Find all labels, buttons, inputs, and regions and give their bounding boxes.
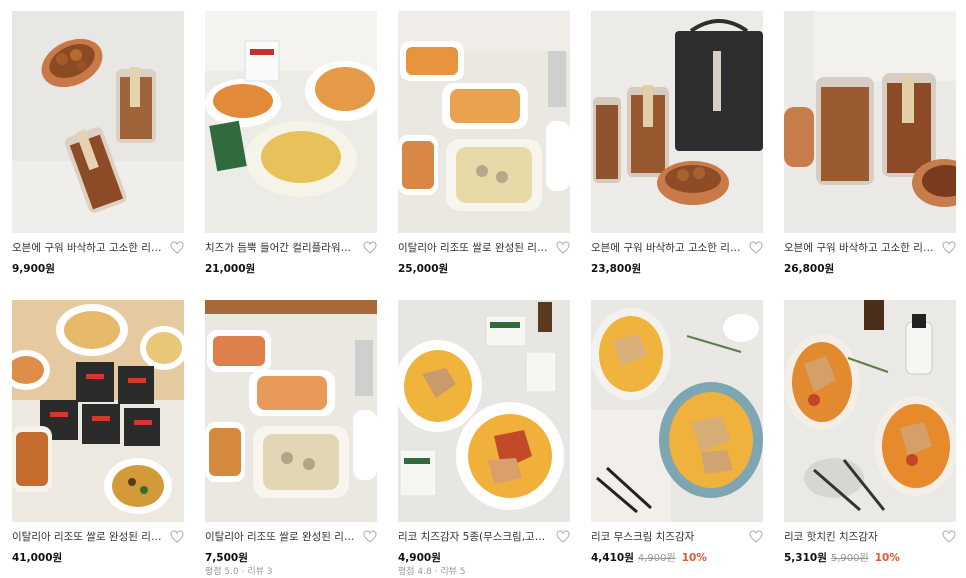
heart-icon[interactable] (170, 241, 184, 255)
product-image[interactable] (591, 11, 763, 233)
product-image[interactable] (205, 11, 377, 233)
product-title[interactable]: 오븐에 구워 바삭하고 고소한 리코 호두 (12, 240, 164, 256)
product-price: 26,800원 (784, 263, 835, 275)
product-title[interactable]: 리코 치즈감자 5종(무스크림,고구마,... (398, 529, 550, 545)
original-price: 5,900원 (830, 553, 869, 564)
product-image[interactable] (398, 300, 570, 522)
product-title[interactable]: 오븐에 구워 바삭하고 고소한 리코 호두 (591, 240, 743, 256)
heart-icon[interactable] (363, 241, 377, 255)
heart-icon[interactable] (363, 530, 377, 544)
product-image[interactable] (205, 300, 377, 522)
product-title[interactable]: 치즈가 듬뿍 들어간 컬리플라워라이스 (205, 240, 357, 256)
product-price: 9,900원 (12, 263, 55, 275)
product-price: 7,500원 (205, 552, 248, 564)
product-image[interactable] (784, 300, 956, 522)
product-price: 23,800원 (591, 263, 642, 275)
heart-icon[interactable] (556, 241, 570, 255)
discount-badge: 10% (874, 552, 900, 564)
original-price: 4,900원 (637, 553, 676, 564)
product-price: 21,000원 (205, 263, 256, 275)
product-rating: 평점 5.0 · 리뷰 3 (205, 567, 273, 577)
heart-icon[interactable] (749, 530, 763, 544)
heart-icon[interactable] (556, 530, 570, 544)
product-price: 4,410원 (591, 552, 634, 564)
discount-badge: 10% (681, 552, 707, 564)
product-rating: 평점 4.8 · 리뷰 5 (398, 567, 466, 577)
product-title[interactable]: 리코 무스크림 치즈감자 (591, 529, 743, 545)
product-price: 5,310원 (784, 552, 827, 564)
product-image[interactable] (12, 11, 184, 233)
product-image[interactable] (398, 11, 570, 233)
product-title[interactable]: 오븐에 구워 바삭하고 고소한 리코 호두 (784, 240, 936, 256)
product-image[interactable] (591, 300, 763, 522)
product-grid: 오븐에 구워 바삭하고 고소한 리코 호두 9,900원 치즈가 듬뿍 들어간 … (0, 0, 966, 577)
product-title[interactable]: 이탈리아 리조또 쌀로 완성된 리코 리조또 (205, 529, 357, 545)
heart-icon[interactable] (942, 530, 956, 544)
product-image[interactable] (784, 11, 956, 233)
heart-icon[interactable] (749, 241, 763, 255)
product-image[interactable] (12, 300, 184, 522)
heart-icon[interactable] (170, 530, 184, 544)
heart-icon[interactable] (942, 241, 956, 255)
product-price: 41,000원 (12, 552, 63, 564)
product-title[interactable]: 이탈리아 리조또 쌀로 완성된 리코 리조또 (398, 240, 550, 256)
product-title[interactable]: 이탈리아 리조또 쌀로 완성된 리코 리조또 (12, 529, 164, 545)
product-title[interactable]: 리코 핫치킨 치즈감자 (784, 529, 936, 545)
product-price: 4,900원 (398, 552, 441, 564)
product-price: 25,000원 (398, 263, 449, 275)
